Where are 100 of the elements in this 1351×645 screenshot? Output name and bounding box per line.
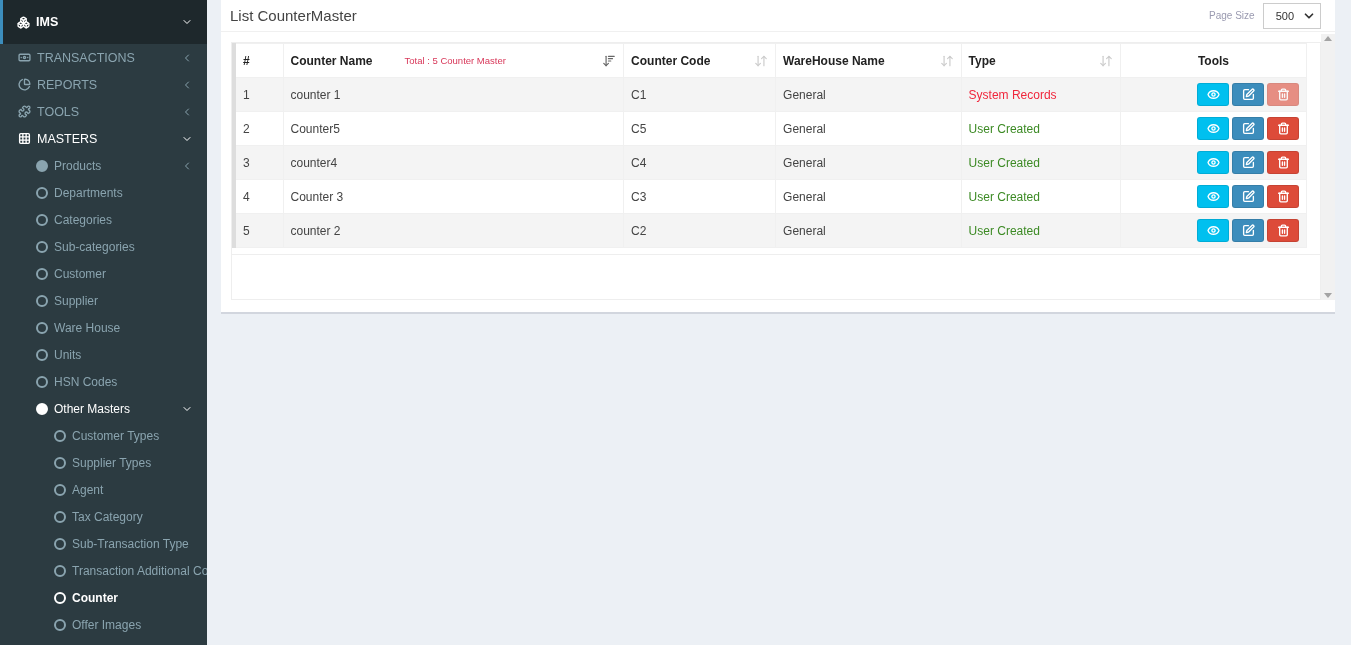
column-header[interactable]: Counter Code xyxy=(623,43,776,78)
page-size-select[interactable]: 500 xyxy=(1262,2,1321,29)
edit-button[interactable] xyxy=(1232,151,1264,174)
table-cell: General xyxy=(775,213,962,248)
sidebar-item[interactable]: MASTERS xyxy=(0,125,207,152)
sidebar-item[interactable]: Products xyxy=(0,152,207,179)
circle-icon xyxy=(54,618,66,631)
table-cell: counter 2 xyxy=(283,213,624,248)
sidebar-item[interactable]: IMS xyxy=(0,0,207,44)
table-cell: counter4 xyxy=(283,145,624,180)
view-button[interactable] xyxy=(1197,185,1229,208)
table-cell: 3 xyxy=(234,145,283,180)
sidebar-item[interactable]: TOOLS xyxy=(0,98,207,125)
edit-button[interactable] xyxy=(1232,117,1264,140)
table-cell: C4 xyxy=(623,145,776,180)
sidebar-item[interactable]: REPORTS xyxy=(0,71,207,98)
sidebar-item[interactable]: Offer Images xyxy=(0,611,207,638)
table-cell: C2 xyxy=(623,213,776,248)
table-cell: C3 xyxy=(623,179,776,214)
sidebar-item[interactable]: HSN Codes xyxy=(0,368,207,395)
trash-icon xyxy=(1276,122,1290,135)
banknote-icon xyxy=(18,51,31,64)
view-button[interactable] xyxy=(1197,117,1229,140)
pie-chart-icon xyxy=(18,78,31,91)
table-cell: C5 xyxy=(623,111,776,146)
edit-button[interactable] xyxy=(1232,83,1264,106)
table-cell: General xyxy=(775,111,962,146)
sidebar-item[interactable]: Supplier xyxy=(0,287,207,314)
edit-button[interactable] xyxy=(1232,185,1264,208)
sidebar-item[interactable]: Units xyxy=(0,341,207,368)
sidebar-item[interactable]: Customer xyxy=(0,260,207,287)
circle-icon xyxy=(54,591,66,604)
eye-icon xyxy=(1206,190,1220,203)
circle-icon xyxy=(36,213,48,226)
eye-icon xyxy=(1206,88,1220,101)
table-cell: Counter5 xyxy=(283,111,624,146)
circle-icon xyxy=(54,564,66,577)
sidebar-item[interactable]: Ware House xyxy=(0,314,207,341)
sidebar-item[interactable]: Counter xyxy=(0,584,207,611)
scrollbar[interactable] xyxy=(1321,34,1335,300)
eye-icon xyxy=(1206,224,1220,237)
trash-icon xyxy=(1276,224,1290,237)
circle-icon xyxy=(36,348,48,361)
edit-icon xyxy=(1241,88,1255,101)
sidebar-item[interactable]: Supplier Types xyxy=(0,449,207,476)
delete-button[interactable] xyxy=(1267,185,1299,208)
sidebar-item[interactable]: Transaction Additional Co xyxy=(0,557,207,584)
circle-icon xyxy=(36,321,48,334)
table-cell: Counter 3 xyxy=(283,179,624,214)
circle-icon xyxy=(54,429,66,442)
edit-icon xyxy=(1241,122,1255,135)
column-header[interactable]: WareHouse Name xyxy=(775,43,962,78)
table-cell: 4 xyxy=(234,179,283,214)
column-header: # xyxy=(234,43,283,78)
circle-icon xyxy=(36,240,48,253)
sidebar-item[interactable]: Sub-categories xyxy=(0,233,207,260)
trash-icon xyxy=(1276,190,1290,203)
table-cell: counter 1 xyxy=(283,77,624,112)
circle-icon xyxy=(36,186,48,199)
column-header: Tools xyxy=(1120,43,1307,78)
cubes-icon xyxy=(17,15,30,29)
column-header[interactable]: Counter Name Total : 5 Counter Master xyxy=(283,43,624,78)
edit-icon xyxy=(1241,224,1255,237)
card-title: List CounterMaster xyxy=(230,7,357,24)
edit-button[interactable] xyxy=(1232,219,1264,242)
type-label: User Created xyxy=(968,223,1040,238)
type-label: User Created xyxy=(968,155,1040,170)
type-label: System Records xyxy=(968,87,1057,102)
trash-icon xyxy=(1276,156,1290,169)
sidebar-item[interactable]: Agent xyxy=(0,476,207,503)
circle-icon xyxy=(36,294,48,307)
type-label: User Created xyxy=(968,121,1040,136)
eye-icon xyxy=(1206,156,1220,169)
table-cell: 2 xyxy=(234,111,283,146)
delete-button[interactable] xyxy=(1267,151,1299,174)
total-count: Total : 5 Counter Master xyxy=(404,55,507,66)
column-header[interactable]: Type xyxy=(961,43,1121,78)
sidebar-item[interactable]: Categories xyxy=(0,206,207,233)
type-label: User Created xyxy=(968,189,1040,204)
delete-button[interactable] xyxy=(1267,219,1299,242)
view-button[interactable] xyxy=(1197,83,1229,106)
sidebar-item[interactable]: TRANSACTIONS xyxy=(0,44,207,71)
sidebar-item[interactable]: Other Masters xyxy=(0,395,207,422)
table-cell: General xyxy=(775,77,962,112)
eye-icon xyxy=(1206,122,1220,135)
sidebar-item[interactable]: Departments xyxy=(0,179,207,206)
sidebar-item[interactable]: Customer Types xyxy=(0,422,207,449)
sidebar-item[interactable]: Tax Category xyxy=(0,503,207,530)
circle-icon xyxy=(54,483,66,496)
sidebar-item[interactable]: Sub-Transaction Type xyxy=(0,530,207,557)
delete-button[interactable] xyxy=(1267,117,1299,140)
view-button[interactable] xyxy=(1197,151,1229,174)
sort-icon[interactable] xyxy=(602,53,617,68)
table-cell: 1 xyxy=(234,77,283,112)
view-button[interactable] xyxy=(1197,219,1229,242)
table-cell: General xyxy=(775,179,962,214)
edit-icon xyxy=(1241,190,1255,203)
grid-icon xyxy=(18,132,31,145)
circle-icon xyxy=(36,375,48,388)
trash-icon xyxy=(1276,88,1290,101)
